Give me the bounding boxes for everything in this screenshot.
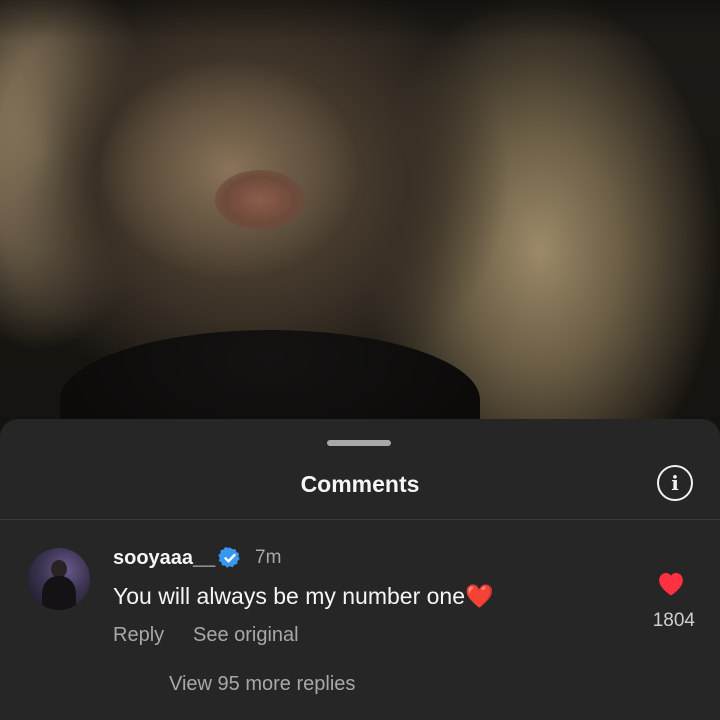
drag-handle[interactable] — [327, 440, 391, 446]
comment-username[interactable]: sooyaaa__ — [113, 547, 215, 570]
reply-button[interactable]: Reply — [113, 624, 164, 647]
heart-icon[interactable] — [656, 569, 686, 597]
view-more-replies-button[interactable]: View 95 more replies — [169, 673, 355, 696]
divider — [0, 519, 720, 520]
comment-text: You will always be my number one❤️ — [113, 583, 494, 610]
avatar[interactable] — [28, 548, 90, 610]
info-icon[interactable]: i — [657, 465, 693, 501]
verified-badge-icon — [218, 547, 240, 568]
sheet-title: Comments — [300, 471, 420, 497]
see-original-button[interactable]: See original — [193, 624, 299, 647]
heart-emoji: ❤️ — [465, 583, 494, 609]
comment-timestamp: 7m — [255, 547, 282, 568]
comment-body: You will always be my number one — [113, 583, 465, 609]
comments-sheet: Comments i sooyaaa__ 7m You will always … — [0, 419, 720, 720]
post-image — [0, 0, 720, 440]
like-count: 1804 — [652, 610, 695, 631]
